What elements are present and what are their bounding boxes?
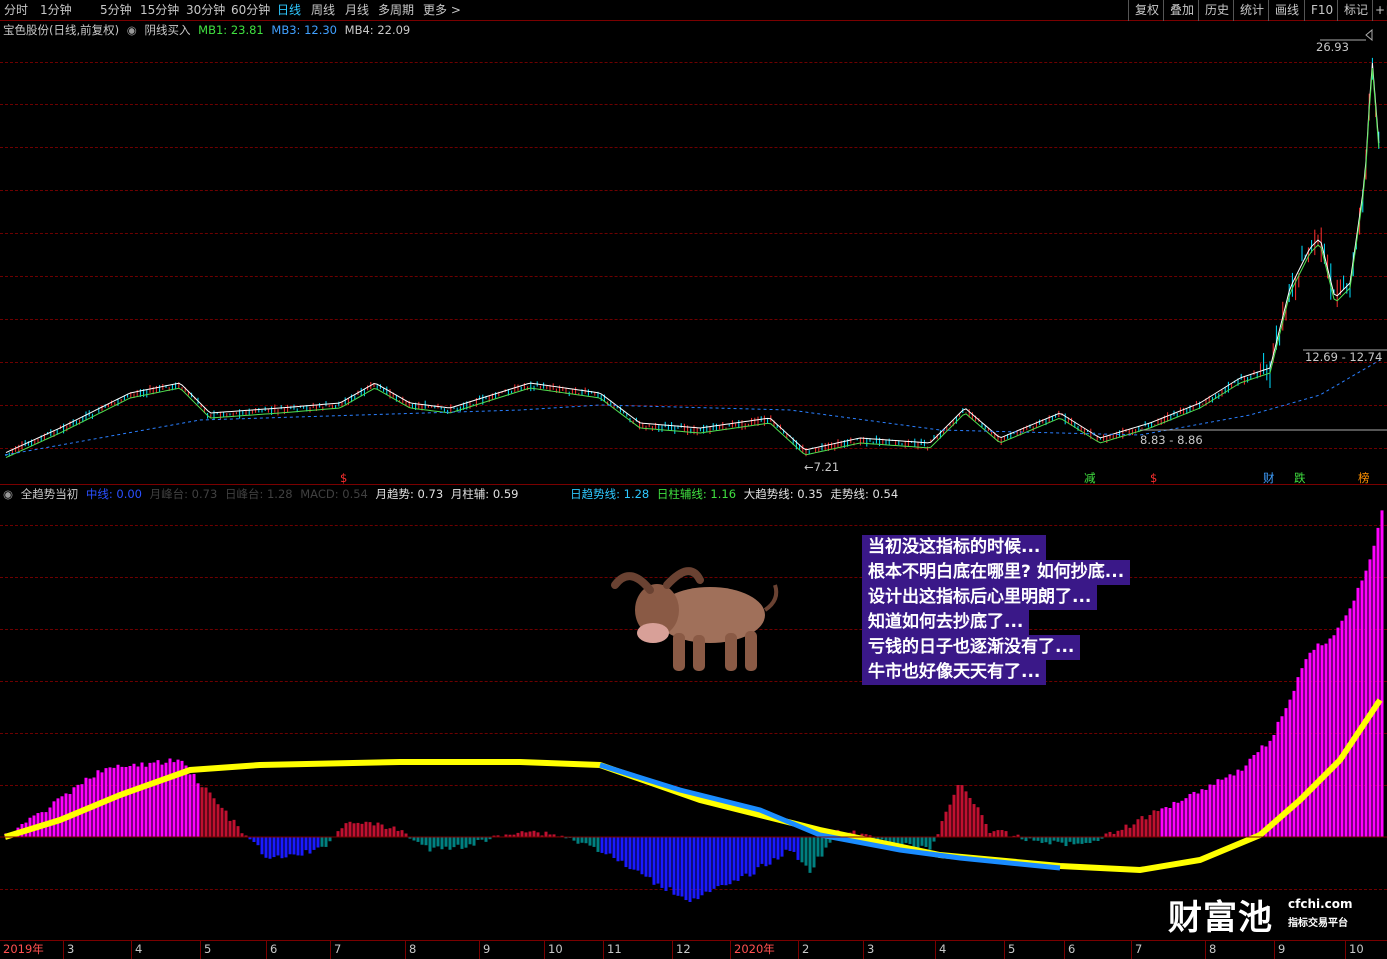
candlesticks [5, 57, 1380, 457]
time-tick: 10 [1345, 940, 1364, 959]
time-tick: 3 [63, 940, 74, 959]
bull-icon [611, 567, 779, 671]
promo-message: 当初没这指标的时候... 根本不明白底在哪里? 如何抄底... 设计出这指标后心… [862, 535, 1192, 685]
time-tick: 2020年 [730, 940, 775, 959]
time-tick: 12 [672, 940, 691, 959]
time-tick: 5 [200, 940, 211, 959]
watermark-url: cfchi.com [1288, 897, 1353, 911]
time-tick: 9 [479, 940, 490, 959]
time-tick: 9 [1274, 940, 1285, 959]
message-line: 设计出这指标后心里明朗了... [862, 585, 1098, 610]
time-tick: 11 [603, 940, 622, 959]
watermark-logo: 财富池 [1168, 898, 1273, 938]
stock-chart-window: 分时 1分钟 5分钟 15分钟 30分钟 60分钟 日线 周线 月线 多周期 更… [0, 0, 1387, 959]
time-tick: 4 [131, 940, 142, 959]
range-label-low: 8.83 - 8.86 [1140, 433, 1203, 447]
time-tick: 10 [544, 940, 563, 959]
high-price-label: 26.93 [1316, 40, 1349, 54]
ma-line-white [5, 62, 1380, 454]
signal-marker: $ [340, 471, 348, 485]
message-line: 根本不明白底在哪里? 如何抄底... [862, 560, 1131, 585]
low-price-value: 7.21 [813, 460, 840, 474]
time-tick: 2 [798, 940, 809, 959]
time-tick: 6 [1064, 940, 1075, 959]
signal-marker: 减 [1084, 471, 1096, 485]
time-tick: 5 [1004, 940, 1015, 959]
time-tick: 6 [266, 940, 277, 959]
kline-chart[interactable] [0, 0, 1387, 959]
time-tick: 3 [863, 940, 874, 959]
signal-marker: 跌 [1294, 471, 1306, 485]
time-tick: 7 [1131, 940, 1142, 959]
time-tick: 7 [330, 940, 341, 959]
low-price-label: ←7.21 [804, 460, 840, 474]
message-line: 牛市也好像天天有了... [862, 660, 1047, 685]
signal-marker: 榜 [1358, 471, 1370, 485]
time-tick: 4 [935, 940, 946, 959]
message-line: 当初没这指标的时候... [862, 535, 1047, 560]
time-tick: 8 [1205, 940, 1216, 959]
message-line: 亏钱的日子也逐渐没有了... [862, 635, 1081, 660]
message-line: 知道如何去抄底了... [862, 610, 1030, 635]
diamond-marker-icon [1365, 28, 1373, 42]
range-label-high: 12.69 - 12.74 [1305, 350, 1383, 364]
signal-marker: $ [1150, 471, 1158, 485]
ma-line-green [5, 67, 1380, 459]
time-tick: 2019年 [3, 942, 44, 956]
watermark-subtitle: 指标交易平台 [1288, 918, 1348, 929]
time-tick: 8 [405, 940, 416, 959]
signal-marker: 财 [1263, 471, 1275, 485]
